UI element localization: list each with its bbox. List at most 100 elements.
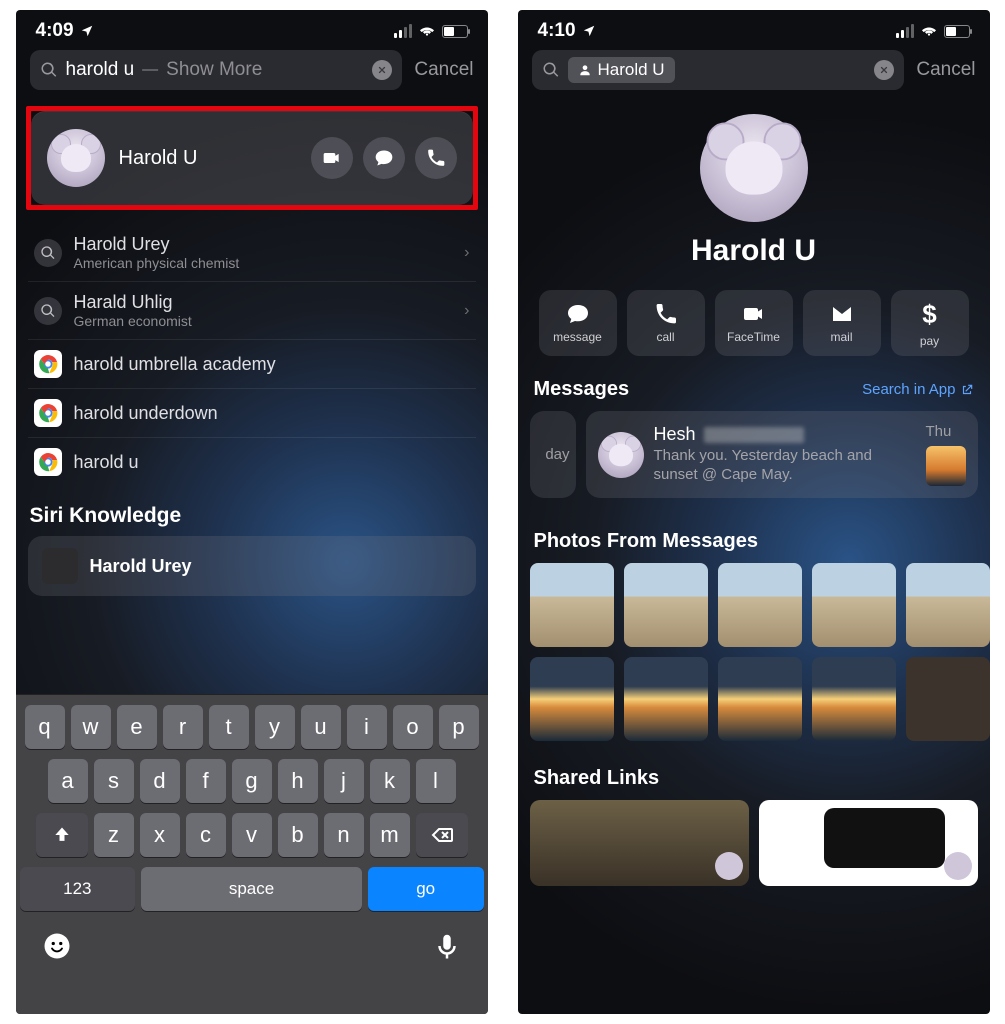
emoji-key[interactable] xyxy=(42,931,72,961)
key-j[interactable]: j xyxy=(324,759,364,803)
memoji-avatar xyxy=(47,129,105,187)
message-card-prev[interactable]: day xyxy=(530,411,576,498)
key-i[interactable]: i xyxy=(347,705,387,749)
facetime-action[interactable]: FaceTime xyxy=(715,290,793,356)
message-card[interactable]: Hesh Thank you. Yesterday beach and suns… xyxy=(586,411,978,498)
backspace-key[interactable] xyxy=(416,813,468,857)
key-g[interactable]: g xyxy=(232,759,272,803)
key-f[interactable]: f xyxy=(186,759,226,803)
message-day: Thu xyxy=(926,423,952,440)
knowledge-thumbnail xyxy=(42,548,78,584)
facetime-video-button[interactable] xyxy=(311,137,353,179)
call-action[interactable]: call xyxy=(627,290,705,356)
redacted xyxy=(704,427,804,443)
cancel-button[interactable]: Cancel xyxy=(414,59,473,81)
siri-knowledge-card[interactable]: Harold Urey xyxy=(28,536,476,596)
go-key[interactable]: go xyxy=(368,867,484,911)
search-query: harold u xyxy=(66,59,135,81)
search-icon xyxy=(34,239,62,267)
shift-key[interactable] xyxy=(36,813,88,857)
call-button[interactable] xyxy=(415,137,457,179)
cancel-button[interactable]: Cancel xyxy=(916,59,975,81)
web-suggestion-row[interactable]: harold u xyxy=(28,438,476,486)
contact-token[interactable]: Harold U xyxy=(568,57,675,83)
space-key[interactable]: space xyxy=(141,867,362,911)
contact-title: Harold U xyxy=(691,234,816,268)
photo-thumb[interactable] xyxy=(624,563,708,647)
spotlight-search[interactable]: Harold U xyxy=(532,50,905,90)
clear-icon[interactable] xyxy=(874,60,894,80)
key-h[interactable]: h xyxy=(278,759,318,803)
photo-thumb[interactable] xyxy=(530,657,614,741)
web-suggestion-row[interactable]: harold umbrella academy xyxy=(28,340,476,389)
status-bar: 4:10 xyxy=(518,10,990,46)
spotlight-search[interactable]: harold u — Show More xyxy=(30,50,403,90)
key-o[interactable]: o xyxy=(393,705,433,749)
wifi-icon xyxy=(920,24,938,38)
top-hit-contact[interactable]: Harold U xyxy=(31,111,473,205)
key-b[interactable]: b xyxy=(278,813,318,857)
key-d[interactable]: d xyxy=(140,759,180,803)
contact-name: Harold U xyxy=(119,147,297,170)
battery-icon xyxy=(442,25,468,38)
location-arrow-icon xyxy=(582,24,596,38)
key-t[interactable]: t xyxy=(209,705,249,749)
photo-thumb[interactable] xyxy=(624,657,708,741)
show-more-link[interactable]: Show More xyxy=(166,59,262,81)
photo-thumb[interactable] xyxy=(906,657,990,741)
web-suggestion-row[interactable]: harold underdown xyxy=(28,389,476,438)
status-time: 4:10 xyxy=(538,20,576,42)
key-n[interactable]: n xyxy=(324,813,364,857)
location-arrow-icon xyxy=(80,24,94,38)
status-time: 4:09 xyxy=(36,20,74,42)
siri-suggestion-row[interactable]: Harald UhligGerman economist › xyxy=(28,282,476,340)
siri-suggestion-row[interactable]: Harold UreyAmerican physical chemist › xyxy=(28,224,476,282)
key-v[interactable]: v xyxy=(232,813,272,857)
photo-thumb[interactable] xyxy=(718,563,802,647)
message-action[interactable]: message xyxy=(539,290,617,356)
photo-thumb[interactable] xyxy=(906,563,990,647)
key-x[interactable]: x xyxy=(140,813,180,857)
key-q[interactable]: q xyxy=(25,705,65,749)
chrome-icon xyxy=(34,399,62,427)
chevron-right-icon: › xyxy=(464,302,469,320)
mail-action[interactable]: mail xyxy=(803,290,881,356)
memoji-avatar xyxy=(598,432,644,478)
key-e[interactable]: e xyxy=(117,705,157,749)
message-preview: Thank you. Yesterday beach and sunset @ … xyxy=(654,447,916,485)
messages-heading: Messages xyxy=(534,378,630,401)
annotation-highlight: Harold U xyxy=(26,106,478,210)
photo-thumb[interactable] xyxy=(530,563,614,647)
photos-heading: Photos From Messages xyxy=(518,508,990,563)
key-m[interactable]: m xyxy=(370,813,410,857)
key-c[interactable]: c xyxy=(186,813,226,857)
photo-thumb[interactable] xyxy=(812,657,896,741)
chevron-right-icon: › xyxy=(464,244,469,262)
message-button[interactable] xyxy=(363,137,405,179)
photo-thumb[interactable] xyxy=(718,657,802,741)
key-a[interactable]: a xyxy=(48,759,88,803)
chrome-icon xyxy=(34,350,62,378)
key-l[interactable]: l xyxy=(416,759,456,803)
shared-link-card[interactable] xyxy=(530,800,749,886)
wifi-icon xyxy=(418,24,436,38)
key-k[interactable]: k xyxy=(370,759,410,803)
search-in-app-link[interactable]: Search in App xyxy=(862,381,973,398)
iphone-right: 4:10 Harold U Cancel xyxy=(518,10,990,1014)
iphone-left: 4:09 harold u — Show More Cancel xyxy=(16,10,488,1014)
photo-thumb[interactable] xyxy=(812,563,896,647)
clear-icon[interactable] xyxy=(372,60,392,80)
search-icon xyxy=(40,61,58,79)
numbers-key[interactable]: 123 xyxy=(20,867,136,911)
key-w[interactable]: w xyxy=(71,705,111,749)
pay-action[interactable]: $pay xyxy=(891,290,969,356)
key-p[interactable]: p xyxy=(439,705,479,749)
key-r[interactable]: r xyxy=(163,705,203,749)
key-z[interactable]: z xyxy=(94,813,134,857)
contact-avatar[interactable] xyxy=(700,114,808,222)
key-y[interactable]: y xyxy=(255,705,295,749)
dictation-key[interactable] xyxy=(432,931,462,961)
key-s[interactable]: s xyxy=(94,759,134,803)
key-u[interactable]: u xyxy=(301,705,341,749)
shared-link-card[interactable] xyxy=(759,800,978,886)
